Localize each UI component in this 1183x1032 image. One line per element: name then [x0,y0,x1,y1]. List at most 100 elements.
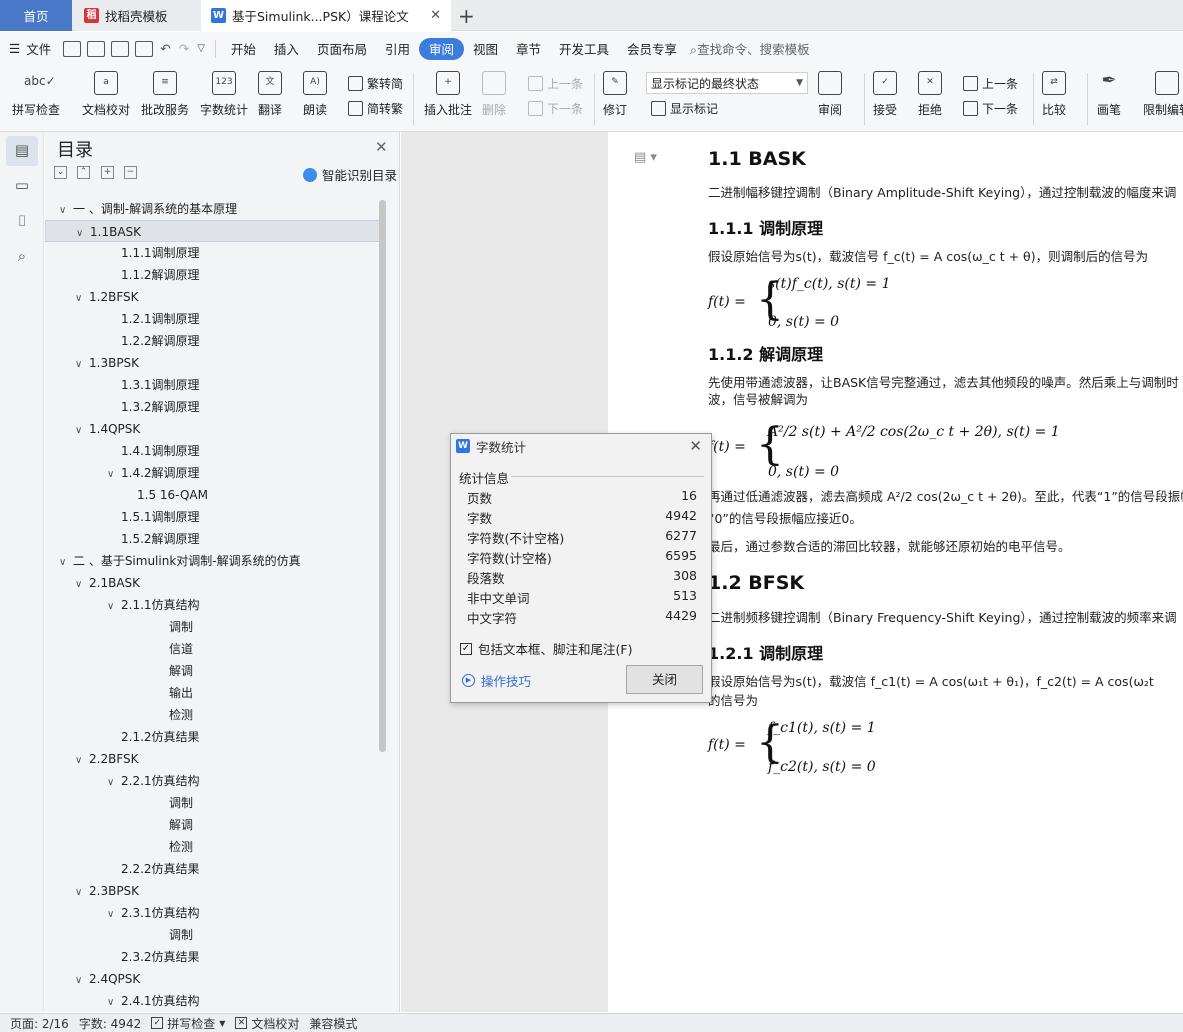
toc-item[interactable]: 1.2.1调制原理 [45,308,380,330]
toc-item[interactable]: 解调 [45,660,380,682]
toc-item[interactable]: ∨ 1.4.2解调原理 [45,462,380,484]
accept-button[interactable]: ✓ 接受 [873,71,897,118]
doc-check-button[interactable]: a 文档校对 [82,71,130,118]
close-icon[interactable]: ✕ [375,138,388,156]
word-count-button[interactable]: 123 字数统计 [200,71,248,118]
translate-button[interactable]: 文翻译 [258,71,282,118]
toc-item[interactable]: ∨ 1.2BFSK [45,286,380,308]
add-heading-icon[interactable]: + [101,166,114,179]
toc-panel-icon[interactable]: ▤ [6,136,38,166]
toc-item[interactable]: 1.4.1调制原理 [45,440,380,462]
collapse-all-icon[interactable]: ⌄ [54,166,67,179]
toc-item[interactable]: 2.3.2仿真结果 [45,946,380,968]
word-count-indicator[interactable]: 字数: 4942 [79,1015,141,1032]
toc-item[interactable]: 调制 [45,924,380,946]
chevron-down-icon[interactable]: ∨ [107,904,121,926]
toc-item[interactable]: ∨ 1.3BPSK [45,352,380,374]
tab-close-icon[interactable]: ✕ [430,8,441,23]
export-pdf-icon[interactable] [87,40,106,57]
file-menu[interactable]: ☰ 文件 [0,38,60,60]
include-textbox-checkbox[interactable]: ✓ 包括文本框、脚注和尾注(F) [460,639,632,658]
chevron-down-icon[interactable]: ∨ [107,596,121,618]
chevron-down-icon[interactable]: ∨ [75,574,89,596]
doc-check-status[interactable]: ✕ 文档校对 [235,1015,299,1032]
chevron-down-icon[interactable]: ∨ [75,970,89,992]
chevron-down-icon[interactable]: ∨ [75,288,89,310]
bookmark-icon[interactable]: ⌷ [12,212,32,232]
print-preview-icon[interactable] [135,40,154,57]
prev-change-button[interactable]: 上一条 [963,75,1018,92]
toc-item[interactable]: 1.3.2解调原理 [45,396,380,418]
dialog-titlebar[interactable]: W 字数统计 [451,434,711,458]
toc-item[interactable]: ∨ 1.4QPSK [45,418,380,440]
toc-item[interactable]: ∨ 2.4.1仿真结构 [45,990,380,1010]
next-change-button[interactable]: 下一条 [963,100,1018,117]
toc-item[interactable]: 1.5.2解调原理 [45,528,380,550]
compare-button[interactable]: ⇄ 比较 [1042,71,1066,118]
chevron-down-icon[interactable]: ∨ [107,464,121,486]
delete-comment-button[interactable]: 删除 [482,71,506,118]
expand-up-icon[interactable]: ⌃ [77,166,90,179]
pen-button[interactable]: ✒ 画笔 [1097,71,1121,118]
tab-document[interactable]: W 基于Simulink...PSK）课程论文 ✕ [201,0,451,31]
track-changes-button[interactable]: ✎ 修订 [603,71,627,118]
toc-item[interactable]: 1.5 16-QAM [45,484,380,506]
remove-heading-icon[interactable]: − [124,166,137,179]
page-indicator[interactable]: 页面: 2/16 [10,1015,69,1032]
menu-home[interactable]: 开始 [222,38,265,60]
navigation-icon[interactable]: ▭ [12,176,32,196]
toc-item[interactable]: 1.2.2解调原理 [45,330,380,352]
menu-insert[interactable]: 插入 [265,38,308,60]
close-icon[interactable]: ✕ [689,437,702,455]
toc-item[interactable]: ∨ 2.3.1仿真结构 [45,902,380,924]
restrict-editing-button[interactable]: 限制编辑 [1143,71,1183,118]
toc-item[interactable]: 2.2.2仿真结果 [45,858,380,880]
menu-review[interactable]: 审阅 [418,37,464,60]
toc-item[interactable]: 检测 [45,704,380,726]
toc-item[interactable]: 1.1.2解调原理 [45,264,380,286]
toc-item[interactable]: ∨ 二 、基于Simulink对调制-解调系统的仿真 [45,550,380,572]
toc-item[interactable]: 1.5.1调制原理 [45,506,380,528]
markup-mode-select[interactable]: 显示标记的最终状态 ▼ [646,72,808,94]
chevron-down-icon[interactable]: ∨ [75,354,89,376]
toc-item[interactable]: 2.1.2仿真结果 [45,726,380,748]
toc-item[interactable]: 1.3.1调制原理 [45,374,380,396]
insert-comment-button[interactable]: + 插入批注 [424,71,472,118]
chevron-down-icon[interactable]: ∨ [107,772,121,794]
smart-toc-button[interactable]: 智能识别目录 [303,165,397,184]
next-comment-button[interactable]: 下一条 [528,100,583,117]
toc-item[interactable]: ∨ 2.1BASK [45,572,380,594]
toc-item[interactable]: ∨ 2.4QPSK [45,968,380,990]
toc-item[interactable]: ∨ 2.3BPSK [45,880,380,902]
menu-developer[interactable]: 开发工具 [550,38,618,60]
toc-item[interactable]: 解调 [45,814,380,836]
print-icon[interactable] [111,40,130,57]
save-icon[interactable] [63,40,82,57]
menu-references[interactable]: 引用 [376,38,419,60]
chevron-down-icon[interactable]: ∨ [75,750,89,772]
reject-button[interactable]: ✕ 拒绝 [918,71,942,118]
menu-layout[interactable]: 页面布局 [308,38,376,60]
chevron-down-icon[interactable]: ∨ [75,420,89,442]
review-pane-button[interactable]: 审阅 [818,71,842,118]
menu-member[interactable]: 会员专享 [618,38,686,60]
search-icon[interactable]: ⌕ [12,247,32,267]
spell-check-button[interactable]: abc✓ 拼写检查 [12,71,60,118]
toc-scrollbar[interactable] [379,200,386,752]
quick-access-dropdown-icon[interactable]: ▽ [197,43,205,54]
toc-item[interactable]: ∨ 2.1.1仿真结构 [45,594,380,616]
chevron-down-icon[interactable]: ∨ [107,992,121,1010]
redo-icon[interactable]: ↷ [179,41,189,56]
toc-item[interactable]: ∨ 1.1BASK [45,220,380,242]
close-button[interactable]: 关闭 [626,665,703,694]
menu-view[interactable]: 视图 [464,38,507,60]
batch-service-button[interactable]: ≡ 批改服务 [141,71,189,118]
toc-item[interactable]: 检测 [45,836,380,858]
tips-link[interactable]: ▶ 操作技巧 [462,671,531,690]
command-search[interactable]: ⌕查找命令、搜索模板 [690,39,810,58]
chevron-down-icon[interactable]: ∨ [59,200,73,222]
tab-home[interactable]: 首页 [0,0,72,31]
toc-item[interactable]: ∨ 一 、调制-解调系统的基本原理 [45,198,380,220]
toc-item[interactable]: 信道 [45,638,380,660]
simp-to-trad-button[interactable]: 简转繁 [348,100,403,117]
